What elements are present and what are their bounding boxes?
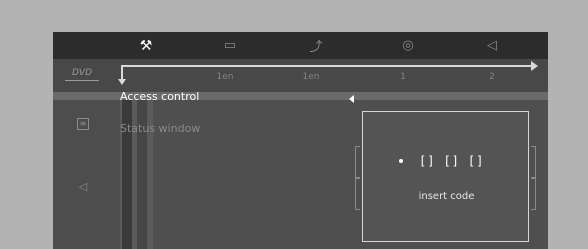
- settings-tools-icon[interactable]: ⚒: [131, 32, 161, 59]
- angle-value: 1: [400, 72, 406, 82]
- timeline-bar: [122, 65, 532, 67]
- timeline-arrow-icon: [531, 61, 538, 71]
- display-icon[interactable]: ≡: [77, 118, 89, 130]
- insert-code-dialog: [] [] [] insert code: [362, 111, 529, 242]
- code-entry[interactable]: [] [] []: [399, 152, 509, 170]
- menu-item-access-control[interactable]: Access control: [120, 90, 199, 103]
- insert-code-label: insert code: [418, 191, 475, 202]
- audio-channel-value: 2: [489, 72, 495, 82]
- bracket-decoration: [355, 178, 360, 210]
- audio-disc-icon[interactable]: ◎: [393, 32, 423, 59]
- code-slot-3[interactable]: []: [468, 154, 484, 168]
- code-slot-2[interactable]: []: [443, 154, 459, 168]
- left-panel: ≡ ◁: [53, 100, 120, 249]
- caret-left-icon: [349, 95, 354, 103]
- bracket-decoration: [531, 178, 536, 210]
- menu-item-status-window[interactable]: Status window: [120, 122, 200, 135]
- subtitle-language-value: 1en: [216, 72, 234, 82]
- subtitle-icon[interactable]: ▭: [215, 32, 245, 59]
- audio-language-value: 1en: [302, 72, 320, 82]
- bracket-decoration: [531, 146, 536, 178]
- timeline-down-arrow-icon: [118, 79, 126, 85]
- dvd-logo: DVD: [65, 66, 99, 81]
- status-row: DVD 1en 1en 1 2: [53, 59, 548, 92]
- cursor-dot-icon: [399, 159, 403, 163]
- camera-angle-icon[interactable]: ⤴: [301, 32, 331, 59]
- bracket-decoration: [355, 146, 360, 178]
- speaker-icon[interactable]: ◁: [477, 32, 507, 59]
- code-slot-1[interactable]: []: [419, 154, 435, 168]
- top-icon-bar: ⚒ ▭ ⤴ ◎ ◁: [53, 32, 548, 59]
- speaker-side-icon[interactable]: ◁: [73, 180, 93, 193]
